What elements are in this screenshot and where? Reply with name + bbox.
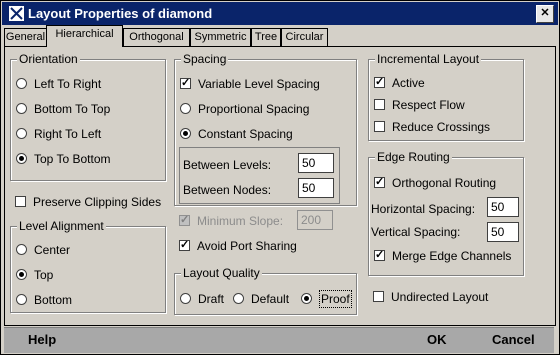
horizontal-spacing-input[interactable]: 50 [487, 197, 519, 217]
checkbox[interactable]: ✓ [179, 215, 190, 226]
radio-button[interactable] [16, 244, 27, 255]
layout-quality-group: Layout Quality Draft Default Proof [174, 266, 357, 315]
radio-button[interactable] [180, 293, 191, 304]
dialog-window: Layout Properties of diamond ✕ General H… [0, 0, 560, 355]
radio-label: Proof [319, 290, 352, 308]
close-icon[interactable]: ✕ [536, 5, 554, 23]
between-levels-input[interactable]: 50 [298, 153, 334, 173]
spacing-title: Spacing [181, 52, 229, 66]
checkbox-label: Undirected Layout [391, 290, 489, 304]
checkbox[interactable]: ✓ [374, 77, 385, 88]
radio-label: Draft [198, 292, 225, 306]
ok-button[interactable]: OK [427, 332, 447, 347]
tab-hierarchical[interactable]: Hierarchical [46, 25, 123, 47]
level-alignment-title: Level Alignment [17, 219, 106, 233]
checkbox[interactable] [374, 121, 385, 132]
checkbox-label: Merge Edge Channels [392, 249, 512, 263]
radio-button[interactable] [16, 269, 27, 280]
checkbox[interactable]: ✓ [374, 250, 385, 261]
window-title: Layout Properties of diamond [28, 6, 213, 21]
checkbox-label: Respect Flow [392, 98, 465, 112]
checkbox-label: Preserve Clipping Sides [33, 195, 162, 209]
checkbox[interactable] [15, 196, 26, 207]
orientation-title: Orientation [17, 52, 80, 66]
help-button[interactable]: Help [28, 332, 56, 347]
radio-label: Left To Right [34, 77, 102, 91]
spacing-values-box: Between Levels: 50 Between Nodes: 50 [179, 147, 340, 204]
spacing-group: Spacing ✓ Variable Level Spacing Proport… [174, 52, 357, 206]
radio-button[interactable] [180, 103, 191, 114]
checkbox[interactable]: ✓ [374, 177, 385, 188]
checkbox[interactable]: ✓ [179, 240, 190, 251]
radio-label: Constant Spacing [198, 127, 293, 141]
title-bar[interactable]: Layout Properties of diamond ✕ [2, 2, 558, 25]
checkbox-label: Orthogonal Routing [392, 176, 497, 190]
level-alignment-group: Level Alignment Center Top Bottom [10, 219, 166, 313]
button-bar: Help OK Cancel [4, 327, 554, 353]
radio-label: Bottom To Top [34, 102, 111, 116]
radio-button[interactable] [301, 293, 312, 304]
app-icon [9, 6, 24, 21]
radio-button[interactable] [16, 103, 27, 114]
between-nodes-label: Between Nodes: [183, 183, 272, 197]
tab-orthogonal[interactable]: Orthogonal [123, 28, 190, 46]
vertical-spacing-input[interactable]: 50 [487, 222, 519, 242]
tab-symmetric[interactable]: Symmetric [190, 28, 251, 46]
checkbox[interactable]: ✓ [180, 78, 191, 89]
hierarchical-panel: Orientation Left To Right Bottom To Top … [4, 46, 556, 326]
edge-routing-group: Edge Routing ✓ Orthogonal Routing Horizo… [368, 150, 524, 276]
horizontal-spacing-label: Horizontal Spacing: [371, 202, 476, 216]
between-nodes-input[interactable]: 50 [298, 178, 334, 198]
radio-button[interactable] [233, 293, 244, 304]
edge-routing-title: Edge Routing [375, 150, 452, 164]
radio-button[interactable] [180, 128, 191, 139]
checkbox-label: Avoid Port Sharing [197, 239, 297, 253]
radio-button[interactable] [16, 294, 27, 305]
incremental-layout-group: Incremental Layout ✓ Active Respect Flow… [368, 52, 524, 141]
layout-quality-title: Layout Quality [181, 266, 262, 280]
checkbox-label: Reduce Crossings [392, 120, 491, 134]
vertical-spacing-label: Vertical Spacing: [371, 225, 461, 239]
tab-circular[interactable]: Circular [281, 28, 328, 46]
radio-label: Default [251, 292, 290, 306]
checkbox[interactable] [374, 99, 385, 110]
tab-tree[interactable]: Tree [251, 28, 281, 46]
radio-label: Center [34, 243, 71, 257]
cancel-button[interactable]: Cancel [492, 332, 535, 347]
checkbox-label: Variable Level Spacing [198, 77, 320, 91]
radio-button[interactable] [16, 128, 27, 139]
radio-label: Right To Left [34, 127, 102, 141]
radio-label: Bottom [34, 293, 73, 307]
radio-label: Top To Bottom [34, 152, 111, 166]
between-levels-label: Between Levels: [183, 158, 272, 172]
radio-button[interactable] [16, 153, 27, 164]
radio-label: Proportional Spacing [198, 102, 310, 116]
tab-general[interactable]: General [4, 28, 47, 46]
checkbox-label: Minimum Slope: [197, 214, 284, 228]
checkbox[interactable] [373, 291, 384, 302]
radio-button[interactable] [16, 78, 27, 89]
orientation-group: Orientation Left To Right Bottom To Top … [10, 52, 166, 181]
minimum-slope-input[interactable]: 200 [297, 210, 333, 230]
radio-label: Top [34, 268, 54, 282]
checkbox-label: Active [392, 76, 425, 90]
incremental-title: Incremental Layout [375, 52, 482, 66]
